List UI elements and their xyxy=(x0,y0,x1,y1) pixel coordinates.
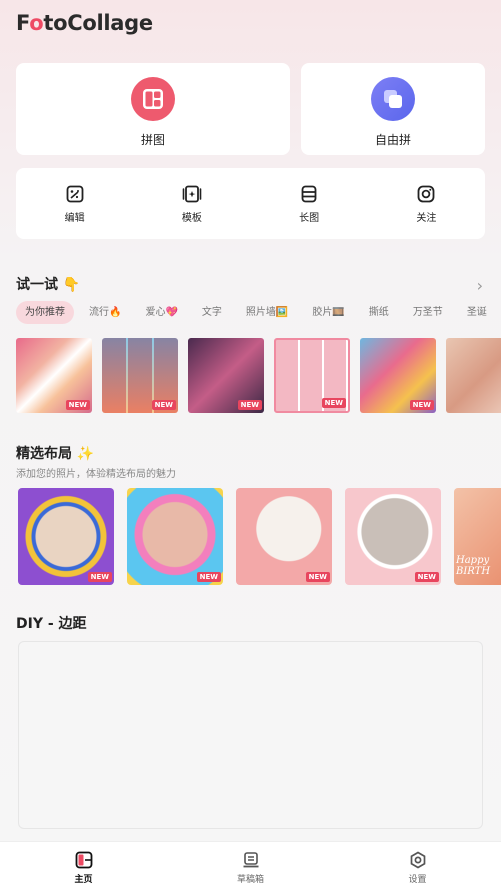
freestyle-layers-icon xyxy=(371,77,415,121)
new-badge: NEW xyxy=(321,398,346,408)
featured-layout-card[interactable]: NEW xyxy=(18,488,114,585)
chevron-right-icon[interactable]: › xyxy=(477,276,483,295)
tool-template-label: 模板 xyxy=(181,213,202,224)
featured-title: 精选布局 ✨ xyxy=(16,446,95,462)
tool-long-image-label: 长图 xyxy=(299,213,320,224)
featured-layout-card[interactable]: NEW xyxy=(127,488,223,585)
featured-layout-card[interactable]: NEW xyxy=(345,488,441,585)
collage-button[interactable]: 拼图 xyxy=(16,63,290,155)
gear-icon xyxy=(410,851,425,869)
freestyle-label: 自由拼 xyxy=(374,133,411,147)
tool-edit-label: 编辑 xyxy=(64,213,85,224)
chip-text[interactable]: 文字 xyxy=(193,301,231,324)
app-logo: FotoCollage xyxy=(16,11,153,35)
featured-layouts: NEW NEW NEW NEW Happy BIRTH xyxy=(18,488,501,585)
new-badge: NEW xyxy=(65,400,90,410)
freestyle-button[interactable]: 自由拼 xyxy=(301,63,485,155)
birthday-text: Happy BIRTH xyxy=(456,555,491,577)
tool-template[interactable]: 模板 xyxy=(133,168,250,239)
chip-film[interactable]: 胶片🎞️ xyxy=(303,301,353,324)
featured-layout-card[interactable]: Happy BIRTH xyxy=(454,488,501,585)
new-badge: NEW xyxy=(196,572,221,582)
tab-home[interactable]: 主页 xyxy=(0,842,167,891)
category-chips: 为你推荐 流行🔥 爱心💖 文字 照片墙🖼️ 胶片🎞️ 撕纸 万圣节 圣诞 xyxy=(16,301,496,324)
diy-preview-area[interactable] xyxy=(18,641,483,829)
new-badge: NEW xyxy=(151,400,176,410)
chip-christmas[interactable]: 圣诞 xyxy=(458,301,496,324)
new-badge: NEW xyxy=(87,572,112,582)
chip-halloween[interactable]: 万圣节 xyxy=(404,301,452,324)
tool-follow[interactable]: 关注 xyxy=(368,168,485,239)
template-thumb[interactable] xyxy=(446,338,501,413)
new-badge: NEW xyxy=(305,572,330,582)
chip-torn-paper[interactable]: 撕纸 xyxy=(360,301,398,324)
template-thumb[interactable]: NEW xyxy=(16,338,92,413)
collage-grid-icon xyxy=(131,77,175,121)
drafts-icon xyxy=(243,852,258,868)
magic-edit-icon xyxy=(66,185,84,203)
chip-popular[interactable]: 流行🔥 xyxy=(80,301,130,324)
bottom-tab-bar: 主页 草稿箱 设置 xyxy=(0,841,501,891)
tool-follow-label: 关注 xyxy=(416,213,437,224)
tab-settings[interactable]: 设置 xyxy=(334,842,501,891)
template-thumbnails: NEW NEW NEW NEW NEW xyxy=(16,338,501,413)
logo-letter-f: F xyxy=(16,11,30,35)
tool-edit[interactable]: 编辑 xyxy=(16,168,133,239)
home-collage-icon xyxy=(75,851,92,869)
logo-rest: toCollage xyxy=(43,11,153,35)
logo-heart-o: o xyxy=(29,11,44,35)
template-thumb[interactable]: NEW xyxy=(102,338,178,413)
tool-long-image[interactable]: 长图 xyxy=(251,168,368,239)
tab-home-label: 主页 xyxy=(74,875,93,885)
new-badge: NEW xyxy=(409,400,434,410)
instagram-icon xyxy=(417,185,435,203)
template-icon xyxy=(182,185,202,203)
featured-subtitle: 添加您的照片，体验精选布局的魅力 xyxy=(16,469,176,480)
chip-love[interactable]: 爱心💖 xyxy=(136,301,186,324)
featured-layout-card[interactable]: NEW xyxy=(236,488,332,585)
new-badge: NEW xyxy=(414,572,439,582)
tab-settings-label: 设置 xyxy=(408,875,427,885)
template-thumb[interactable]: NEW xyxy=(274,338,350,413)
template-thumb[interactable]: NEW xyxy=(360,338,436,413)
tab-drafts[interactable]: 草稿箱 xyxy=(167,842,334,891)
new-badge: NEW xyxy=(237,400,262,410)
collage-label: 拼图 xyxy=(140,133,165,147)
tools-panel: 编辑 模板 长图 关注 xyxy=(16,168,485,239)
chip-recommended[interactable]: 为你推荐 xyxy=(16,301,74,324)
diy-title: DIY - 边距 xyxy=(16,616,87,632)
template-thumb[interactable]: NEW xyxy=(188,338,264,413)
long-image-icon xyxy=(301,185,317,203)
tab-drafts-label: 草稿箱 xyxy=(236,875,264,885)
try-section-title: 试一试 👇 xyxy=(16,277,81,293)
chip-photo-wall[interactable]: 照片墙🖼️ xyxy=(237,301,297,324)
